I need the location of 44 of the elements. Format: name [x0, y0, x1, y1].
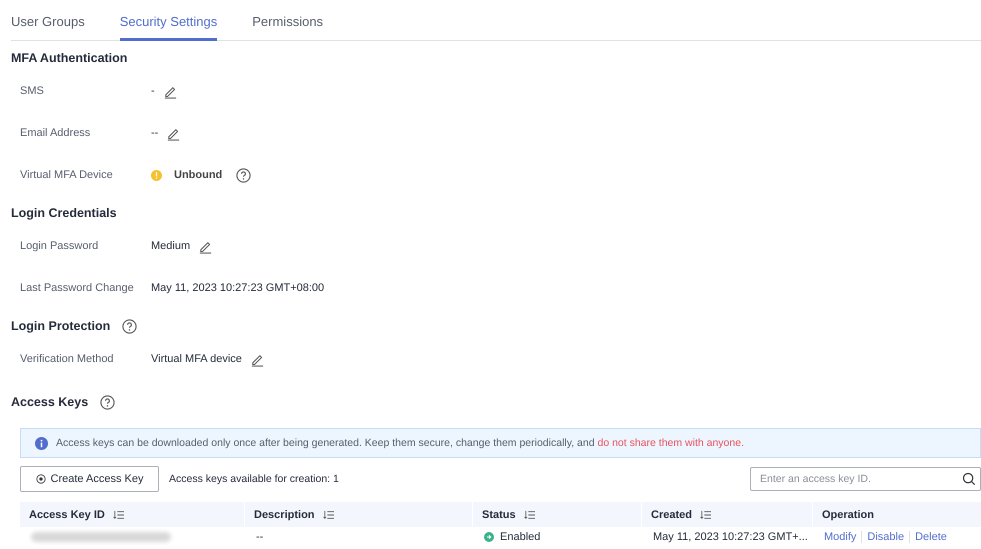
field-label: Email Address: [20, 127, 92, 139]
notice-text: Access keys can be downloaded only once after being generated. Keep them secure, change them periodically, and do not share them with anyone.: [56, 437, 744, 449]
help-icon[interactable]: [100, 394, 116, 410]
create-access-key-button[interactable]: Create Access Key: [20, 466, 159, 492]
status-text: Enabled: [500, 531, 540, 543]
field-label: Last Password Change: [20, 282, 135, 294]
section-title: MFA Authentication: [11, 51, 128, 65]
tab[interactable]: User Groups: [11, 0, 85, 41]
field-label: SMS: [20, 85, 45, 97]
field-value: -: [151, 85, 155, 97]
column-header: Created: [642, 502, 813, 527]
column-header: Description: [245, 502, 473, 527]
field-value: Virtual MFA device: [151, 353, 242, 365]
help-icon[interactable]: [122, 318, 138, 334]
operation-link[interactable]: Delete: [915, 531, 947, 543]
tab[interactable]: Security Settings: [120, 0, 218, 41]
tab[interactable]: Permissions: [252, 0, 324, 41]
field-value: May 11, 2023 10:27:23 GMT+08:00: [151, 282, 324, 294]
field-label: Verification Method: [20, 353, 115, 365]
sort-icon[interactable]: [112, 510, 125, 520]
section-title: Login Protection: [11, 319, 110, 333]
field-value: Medium: [151, 240, 190, 252]
help-icon[interactable]: [236, 168, 252, 182]
field-value: Unbound: [174, 169, 222, 181]
section-title: Access Keys: [11, 395, 88, 409]
table-cell: --: [256, 531, 264, 543]
search-icon[interactable]: [962, 472, 976, 486]
info-icon: [35, 436, 48, 450]
column-header: Status: [473, 502, 642, 527]
field-label: Virtual MFA Device: [20, 169, 114, 181]
operation-link[interactable]: Modify: [824, 531, 856, 543]
operation-link[interactable]: Disable: [867, 531, 904, 543]
target-icon: [36, 474, 46, 484]
column-header: Access Key ID: [20, 502, 245, 527]
table-cell: May 11, 2023 10:27:23 GMT+...: [653, 531, 808, 543]
field-value: --: [151, 127, 158, 139]
field-label: Login Password: [20, 240, 100, 252]
search-field[interactable]: Enter an access key ID.: [750, 467, 981, 491]
sort-icon[interactable]: [524, 510, 536, 520]
section-title: Login Credentials: [11, 206, 117, 220]
column-header: Operation: [821, 508, 875, 522]
quota-text: Access keys available for creation: 1: [169, 473, 339, 485]
sort-icon[interactable]: [322, 510, 335, 520]
sort-icon[interactable]: [700, 510, 712, 520]
